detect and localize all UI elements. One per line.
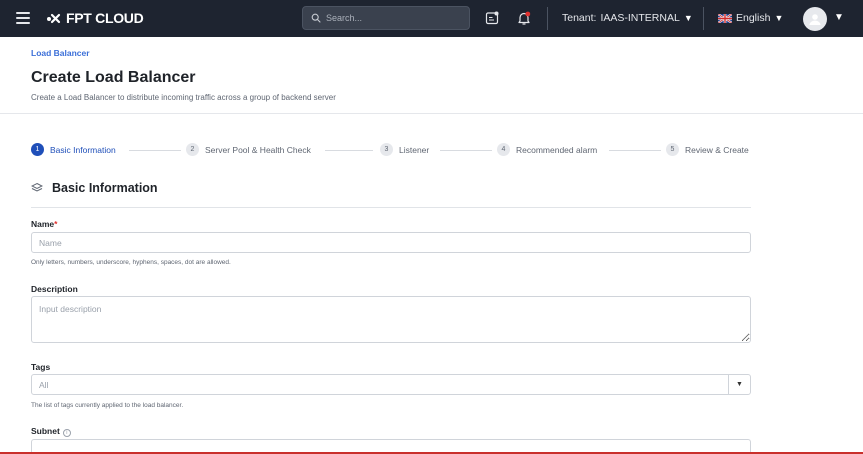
step-label: Listener bbox=[399, 144, 430, 155]
caret-down-icon: ▼ bbox=[683, 13, 693, 23]
logo-text: FPT CLOUD bbox=[66, 10, 144, 26]
step-number: 4 bbox=[497, 143, 510, 156]
step-connector bbox=[129, 150, 181, 151]
subnet-label: Subnet i bbox=[31, 426, 71, 437]
language-label: English bbox=[736, 12, 771, 24]
logo-mark-icon bbox=[47, 13, 61, 24]
step-label: Basic Information bbox=[50, 144, 116, 155]
tags-label: Tags bbox=[31, 362, 51, 372]
name-label-text: Name bbox=[31, 219, 55, 229]
step-listener[interactable]: 3 Listener bbox=[380, 143, 429, 156]
top-navbar: FPT CLOUD Tenant: IAAS-INTERNAL ▼ Eng bbox=[0, 0, 863, 37]
description-textarea[interactable] bbox=[31, 296, 751, 343]
description-label: Description bbox=[31, 284, 78, 294]
tenant-value: IAAS-INTERNAL bbox=[600, 12, 680, 24]
caret-down-icon: ▼ bbox=[736, 381, 743, 388]
name-hint: Only letters, numbers, underscore, hyphe… bbox=[31, 259, 231, 266]
required-asterisk: * bbox=[54, 219, 58, 229]
topbar-divider bbox=[547, 7, 548, 30]
step-number: 2 bbox=[186, 143, 199, 156]
fpt-cloud-logo[interactable]: FPT CLOUD bbox=[46, 10, 144, 26]
tags-hint: The list of tags currently applied to th… bbox=[31, 402, 184, 409]
user-icon bbox=[809, 14, 821, 25]
page-header: Load Balancer Create Load Balancer Creat… bbox=[0, 37, 863, 114]
hamburger-menu-icon[interactable] bbox=[16, 12, 30, 24]
step-review-create[interactable]: 5 Review & Create bbox=[666, 143, 749, 156]
step-number: 5 bbox=[666, 143, 679, 156]
subnet-select[interactable] bbox=[31, 439, 751, 453]
user-menu-caret-icon[interactable]: ▼ bbox=[834, 12, 844, 23]
breadcrumb-load-balancer[interactable]: Load Balancer bbox=[31, 48, 90, 58]
step-recommended-alarm[interactable]: 4 Recommended alarm bbox=[497, 143, 597, 156]
topbar-divider bbox=[703, 7, 704, 30]
tags-dropdown-toggle[interactable]: ▼ bbox=[728, 375, 750, 394]
step-connector bbox=[325, 150, 373, 151]
tags-select[interactable]: All ▼ bbox=[31, 374, 751, 395]
layers-icon bbox=[31, 182, 43, 192]
step-label: Review & Create bbox=[685, 144, 749, 155]
global-search[interactable] bbox=[302, 6, 470, 30]
step-label: Recommended alarm bbox=[516, 144, 598, 155]
tenant-selector[interactable]: Tenant: IAAS-INTERNAL ▼ bbox=[562, 12, 693, 24]
subnet-label-text: Subnet bbox=[31, 426, 60, 436]
step-connector bbox=[440, 150, 492, 151]
info-icon[interactable]: i bbox=[62, 429, 71, 437]
step-label: Server Pool & Health Check bbox=[205, 144, 311, 155]
notification-bell-icon[interactable] bbox=[516, 10, 532, 26]
section-header: Basic Information bbox=[31, 181, 158, 195]
user-avatar[interactable] bbox=[803, 7, 827, 31]
name-label: Name* bbox=[31, 219, 57, 229]
step-number: 3 bbox=[380, 143, 393, 156]
step-server-pool[interactable]: 2 Server Pool & Health Check bbox=[186, 143, 311, 156]
name-input[interactable] bbox=[31, 232, 751, 253]
language-selector[interactable]: English ▼ bbox=[718, 12, 783, 24]
step-number: 1 bbox=[31, 143, 44, 156]
tags-select-value: All bbox=[39, 379, 49, 390]
search-input[interactable] bbox=[326, 13, 456, 23]
uk-flag-icon bbox=[718, 13, 732, 23]
calendar-note-icon[interactable] bbox=[484, 10, 500, 26]
section-divider bbox=[31, 207, 751, 208]
section-title: Basic Information bbox=[52, 181, 158, 195]
search-icon bbox=[311, 13, 321, 23]
tenant-label: Tenant: bbox=[562, 12, 597, 24]
step-connector bbox=[609, 150, 661, 151]
caret-down-icon: ▼ bbox=[774, 13, 784, 23]
wizard-stepper: 1 Basic Information 2 Server Pool & Heal… bbox=[31, 143, 751, 157]
step-basic-information[interactable]: 1 Basic Information bbox=[31, 143, 116, 156]
page-subtitle: Create a Load Balancer to distribute inc… bbox=[31, 93, 336, 102]
page-title: Create Load Balancer bbox=[31, 69, 196, 86]
